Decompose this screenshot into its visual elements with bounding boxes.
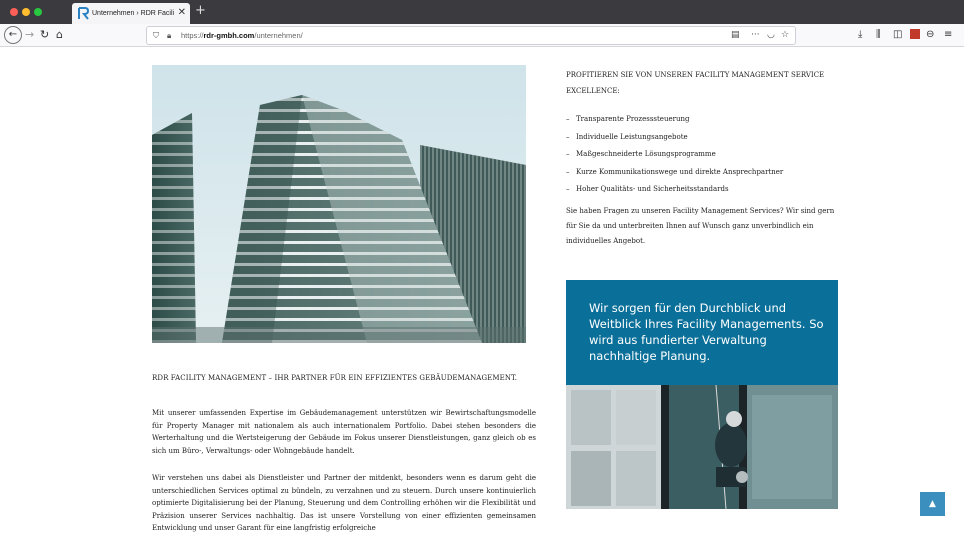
pdf-extension-icon[interactable] <box>910 29 920 39</box>
page-content: RDR FACILITY MANAGEMENT – IHR PARTNER FÜ… <box>0 47 964 542</box>
list-item-label: Maßgeschneiderte Lösungsprogramme <box>576 150 716 158</box>
rdr-favicon-icon <box>78 7 89 20</box>
browser-tab-bar: Unternehmen › RDR Facility Ma ✕ + <box>0 0 964 24</box>
downloads-icon[interactable]: ⤓ <box>858 28 862 41</box>
home-button[interactable]: ⌂ <box>56 27 63 42</box>
intro-paragraph: Mit unserer umfassenden Expertise im Geb… <box>152 409 536 455</box>
close-tab-icon[interactable]: ✕ <box>178 6 186 19</box>
promo-box: Wir sorgen für den Durchblick und Weitbl… <box>566 280 838 509</box>
list-item: – Individuelle Leistungsangebote <box>566 129 866 147</box>
library-icon[interactable]: ⫼ <box>876 28 881 41</box>
building-illustration <box>152 65 526 343</box>
contact-text: Sie haben Fragen zu unseren Facility Man… <box>566 207 835 245</box>
list-item: – Transparente Prozesssteuerung <box>566 111 866 129</box>
list-item-label: Hoher Qualitäts- und Sicherheitsstandard… <box>576 185 729 193</box>
forward-button[interactable]: → <box>25 27 34 42</box>
back-button[interactable]: ← <box>4 26 22 44</box>
promo-text: Wir sorgen für den Durchblick und Weitbl… <box>589 301 824 363</box>
shield-icon[interactable]: ⛉ <box>153 28 159 43</box>
menu-icon[interactable]: ≡ <box>944 28 952 41</box>
minimize-window-button[interactable] <box>22 8 30 16</box>
browser-toolbar: ← → ↻ ⌂ ⛉ 🔒︎ https://rdr-gmbh.com/untern… <box>0 24 964 47</box>
tab-title: Unternehmen › RDR Facility Ma <box>92 10 174 17</box>
url-text[interactable]: https://rdr-gmbh.com/unternehmen/ <box>181 28 303 43</box>
benefits-heading: PROFITIEREN SIE VON UNSEREN FACILITY MAN… <box>566 71 825 95</box>
sidebar-icon[interactable]: ◫ <box>893 28 902 41</box>
list-item: – Maßgeschneiderte Lösungsprogramme <box>566 146 866 164</box>
reader-view-icon[interactable]: ▤ <box>731 28 740 43</box>
back-to-top-button[interactable]: ▲ <box>920 492 945 516</box>
close-window-button[interactable] <box>10 8 18 16</box>
list-item-label: Transparente Prozesssteuerung <box>576 115 690 123</box>
address-bar[interactable]: ⛉ 🔒︎ https://rdr-gmbh.com/unternehmen/ ▤… <box>146 26 796 45</box>
account-icon[interactable]: ⊖ <box>926 28 934 41</box>
bookmark-star-icon[interactable]: ☆ <box>781 28 789 43</box>
list-item: – Kurze Kommunikationswege und direkte An… <box>566 164 866 182</box>
building-photo <box>152 65 526 343</box>
maximize-window-button[interactable] <box>34 8 42 16</box>
dash-bullet: – <box>566 132 570 141</box>
new-tab-button[interactable]: + <box>195 4 206 18</box>
list-item-label: Kurze Kommunikationswege und direkte Ans… <box>576 167 784 176</box>
dash-bullet: – <box>566 167 570 176</box>
list-item: – Hoher Qualitäts- und Sicherheitsstandar… <box>566 181 866 199</box>
window-cleaner-photo <box>566 385 838 509</box>
active-tab[interactable]: Unternehmen › RDR Facility Ma ✕ <box>72 3 190 24</box>
partner-paragraph: Wir verstehen uns dabei als Dienstleiste… <box>152 474 536 532</box>
dash-bullet: – <box>566 115 570 123</box>
dash-bullet: – <box>566 150 570 158</box>
dash-bullet: – <box>566 185 570 193</box>
lock-icon[interactable]: 🔒︎ <box>167 28 171 43</box>
benefits-list: – Transparente Prozesssteuerung – Individu… <box>566 111 866 199</box>
pocket-icon[interactable]: ◡ <box>767 28 775 43</box>
reload-button[interactable]: ↻ <box>40 27 49 42</box>
page-actions-icon[interactable]: ··· <box>751 28 760 43</box>
section-title: RDR FACILITY MANAGEMENT – IHR PARTNER FÜ… <box>152 374 518 382</box>
list-item-label: Individuelle Leistungsangebote <box>576 132 688 141</box>
